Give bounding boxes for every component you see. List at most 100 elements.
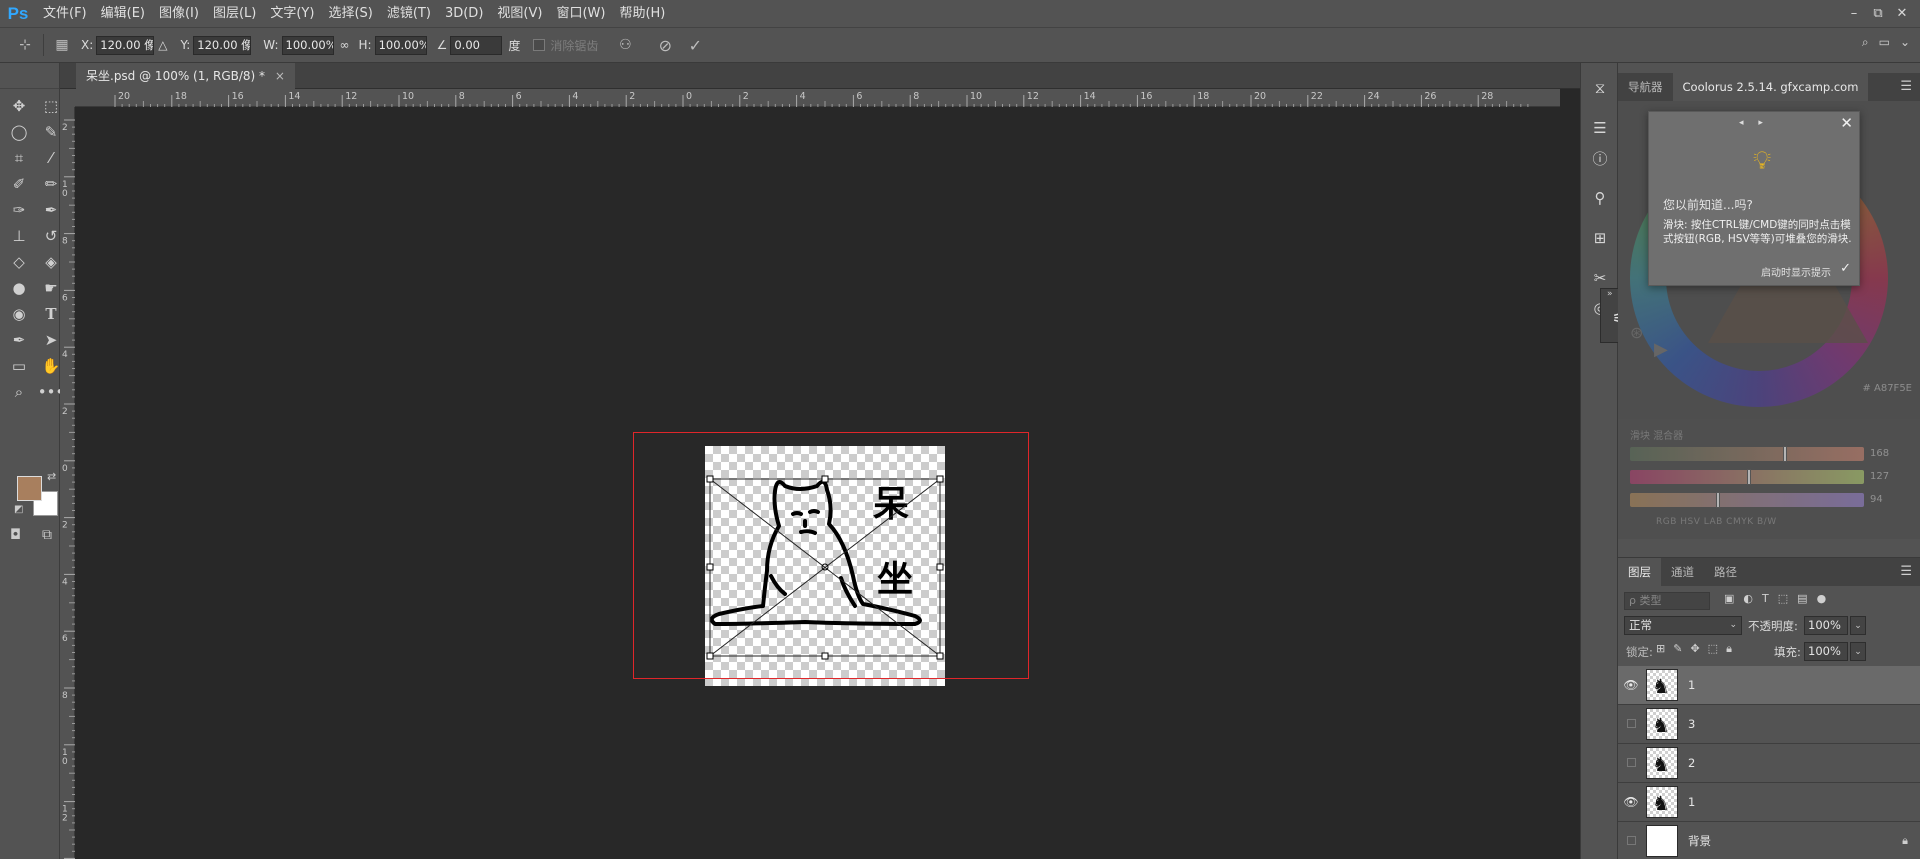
properties-icon[interactable]: ☰ xyxy=(1581,113,1619,143)
eraser-tool-icon[interactable]: ◇ xyxy=(6,251,32,273)
angle-field[interactable]: 0.00 xyxy=(450,35,503,55)
search-icon[interactable]: ⌕ xyxy=(1862,35,1869,50)
expand-icon[interactable]: » xyxy=(1607,289,1613,299)
transform-overlay[interactable]: 呆 坐 xyxy=(705,446,945,686)
panel-handle[interactable] xyxy=(0,63,59,89)
slider-tabs[interactable]: 滑块 混合器 xyxy=(1630,427,1683,442)
lasso-tool-icon[interactable]: ◯ xyxy=(6,121,32,143)
green-value[interactable]: 127 xyxy=(1870,471,1889,482)
ruler-corner[interactable] xyxy=(60,89,75,107)
red-knob[interactable] xyxy=(1783,446,1787,462)
opacity-field[interactable]: 100% xyxy=(1804,616,1848,635)
screen-mode-icon[interactable]: ⧉ xyxy=(42,527,52,543)
lock-transparency-icon[interactable]: ⊞ xyxy=(1656,642,1665,656)
menu-3d[interactable]: 3D(D) xyxy=(438,0,490,27)
foreground-color-swatch[interactable] xyxy=(17,476,42,501)
minimize-button[interactable]: – xyxy=(1842,6,1866,21)
layer-row[interactable]: 👁︎ ♞ 1 xyxy=(1618,783,1920,822)
menu-filter[interactable]: 滤镜(T) xyxy=(380,0,438,27)
lock-pixels-icon[interactable]: ✎ xyxy=(1673,642,1682,656)
reference-point-icon[interactable]: ▦ xyxy=(49,34,75,56)
zoom-tool-icon[interactable]: ⌕ xyxy=(6,381,32,403)
pen-tool-icon[interactable]: ✒ xyxy=(6,329,32,351)
red-value[interactable]: 168 xyxy=(1870,448,1889,459)
brush-settings-icon[interactable]: ⚲ xyxy=(1581,183,1619,213)
visibility-eye-icon[interactable]: 👁︎ xyxy=(1618,678,1644,692)
close-window-button[interactable]: ✕ xyxy=(1890,6,1914,21)
menu-edit[interactable]: 编辑(E) xyxy=(94,0,152,27)
green-knob[interactable] xyxy=(1747,469,1751,485)
workspace-icon[interactable]: ▭ xyxy=(1879,35,1890,50)
red-slider[interactable] xyxy=(1630,446,1864,462)
blur-tool-icon[interactable]: ● xyxy=(6,277,32,299)
tool-preset-icon[interactable]: ⊹ xyxy=(12,34,38,56)
blue-slider[interactable] xyxy=(1630,492,1864,508)
tab-paths[interactable]: 路径 xyxy=(1704,558,1747,586)
layer-row[interactable]: 👁︎ ♞ 1 xyxy=(1618,666,1920,705)
quick-mask-icon[interactable]: ◘ xyxy=(10,527,21,543)
layer-name[interactable]: 1 xyxy=(1688,795,1695,809)
menu-help[interactable]: 帮助(H) xyxy=(612,0,672,27)
menu-window[interactable]: 窗口(W) xyxy=(549,0,612,27)
ruler-vertical[interactable]: 21086420246810121 xyxy=(60,107,75,859)
swap-colors-icon[interactable]: ⇄ xyxy=(47,470,56,483)
move-tool-icon[interactable]: ✥ xyxy=(6,95,32,117)
show-tips-checkbox[interactable]: ✓ xyxy=(1840,261,1851,276)
tab-coolorus[interactable]: Coolorus 2.5.14. gfxcamp.com xyxy=(1672,73,1869,101)
gamut-icon[interactable]: ⊛ xyxy=(1630,323,1643,342)
tab-layers[interactable]: 图层 xyxy=(1618,558,1661,586)
close-icon[interactable]: ✕ xyxy=(1840,114,1853,132)
history-icon[interactable]: ⧖ xyxy=(1581,73,1619,103)
menu-image[interactable]: 图像(I) xyxy=(152,0,206,27)
layer-name[interactable]: 2 xyxy=(1688,756,1695,770)
layer-row[interactable]: ♞ 3 xyxy=(1618,705,1920,744)
layer-name[interactable]: 3 xyxy=(1688,717,1695,731)
green-slider[interactable] xyxy=(1630,469,1864,485)
default-colors-icon[interactable]: ◩ xyxy=(14,504,23,515)
tab-navigator[interactable]: 导航器 xyxy=(1618,73,1673,101)
clone-stamp-tool-icon[interactable]: ⊥ xyxy=(6,225,32,247)
close-tab-icon[interactable]: × xyxy=(275,69,285,83)
visibility-box-icon[interactable] xyxy=(1618,717,1644,731)
y-position-field[interactable]: 120.00 像素 xyxy=(193,35,252,55)
color-modes[interactable]: RGB HSV LAB CMYK B/W xyxy=(1656,517,1777,527)
blue-value[interactable]: 94 xyxy=(1870,494,1883,505)
delta-icon[interactable]: △ xyxy=(158,38,167,52)
menu-layer[interactable]: 图层(L) xyxy=(206,0,263,27)
clone-source-icon[interactable]: ⊞ xyxy=(1581,223,1619,253)
menu-view[interactable]: 视图(V) xyxy=(490,0,549,27)
antialias-checkbox[interactable] xyxy=(533,39,546,51)
lock-artboard-icon[interactable]: ⬚ xyxy=(1708,642,1718,656)
height-field[interactable]: 100.00% xyxy=(374,35,427,55)
lock-all-icon[interactable]: 🔒︎ xyxy=(1726,642,1732,656)
menu-type[interactable]: 文字(Y) xyxy=(263,0,321,27)
dodge-tool-icon[interactable]: ◉ xyxy=(6,303,32,325)
adjustment-filter-icon[interactable]: ◐ xyxy=(1743,592,1753,605)
layers-menu-icon[interactable]: ☰ xyxy=(1900,558,1912,586)
healing-brush-tool-icon[interactable]: ✐ xyxy=(6,173,32,195)
width-field[interactable]: 100.00% xyxy=(281,35,334,55)
visibility-eye-icon[interactable]: 👁︎ xyxy=(1618,795,1644,809)
pixel-filter-icon[interactable]: ▣ xyxy=(1724,592,1734,605)
cancel-transform-icon[interactable]: ⊘ xyxy=(652,34,678,56)
type-filter-icon[interactable]: T xyxy=(1762,592,1769,605)
layer-name[interactable]: 背景 xyxy=(1688,833,1711,849)
play-icon[interactable]: ▶ xyxy=(1654,339,1668,360)
crop-tool-icon[interactable]: ⌗ xyxy=(6,147,32,169)
x-position-field[interactable]: 120.00 像素 xyxy=(96,35,155,55)
commit-transform-icon[interactable]: ✓ xyxy=(682,34,708,56)
tab-channels[interactable]: 通道 xyxy=(1661,558,1704,586)
visibility-box-icon[interactable] xyxy=(1618,756,1644,770)
info-icon[interactable]: ⓘ xyxy=(1581,143,1619,173)
panel-menu-icon[interactable]: ☰ xyxy=(1900,73,1912,101)
layer-name[interactable]: 1 xyxy=(1688,678,1695,692)
hex-value[interactable]: # A87F5E xyxy=(1862,383,1912,394)
smart-object-filter-icon[interactable]: ▤ xyxy=(1797,592,1807,605)
layer-filter-select[interactable]: ρ 类型 xyxy=(1624,592,1710,610)
lock-position-icon[interactable]: ✥ xyxy=(1690,642,1699,656)
layer-row[interactable]: ♞ 2 xyxy=(1618,744,1920,783)
document-tab[interactable]: 呆坐.psd @ 100% (1, RGB/8) * × xyxy=(76,63,295,89)
chevron-down-icon[interactable]: ⌄ xyxy=(1900,35,1910,50)
link-icon[interactable]: ∞ xyxy=(340,38,350,52)
layer-row[interactable]: 背景 🔒︎ xyxy=(1618,822,1920,859)
